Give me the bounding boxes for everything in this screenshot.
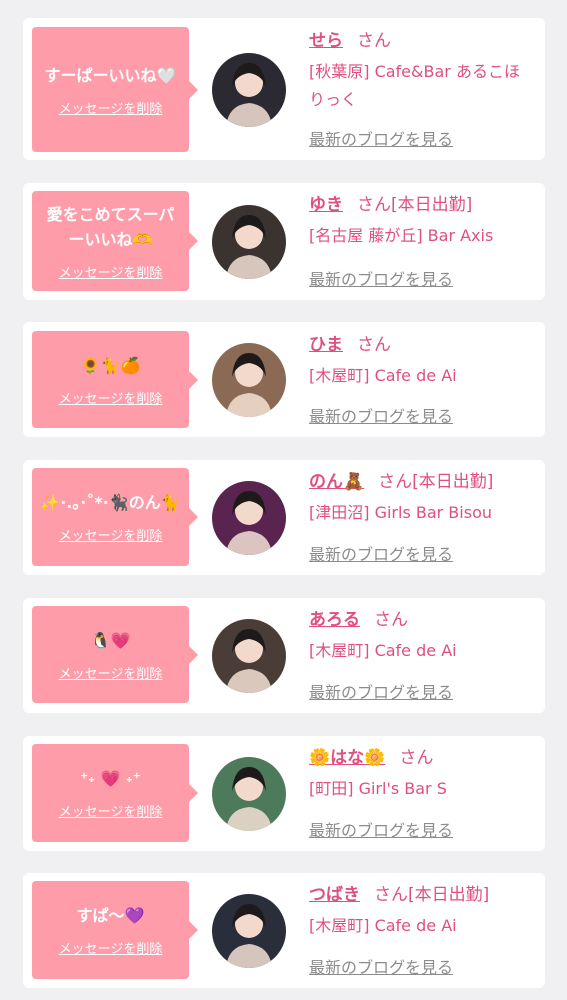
delete-message-link[interactable]: メッセージを削除 [59,388,163,407]
cast-info: せら さん [秋葉原] Cafe&Bar あるこほりっく [309,28,535,114]
message-bubble: 🌻🐈🍊 メッセージを削除 [32,331,198,428]
shop-name: [木屋町] Cafe de Ai [309,916,457,935]
message-text: 🐧💗 [90,630,131,650]
cast-info: のん🧸 さん[本日出勤] [津田沼] Girls Bar Bisou [309,469,535,527]
avatar[interactable] [212,53,286,127]
message-card: 🌻🐈🍊 メッセージを削除 ひま さん [木屋町] Cafe de Ai 最新のブロ… [23,322,545,437]
avatar[interactable] [212,757,286,831]
message-text: ⁺˖ 💗 ˖⁺ [79,769,142,788]
cast-info: あろる さん [木屋町] Cafe de Ai [309,607,535,665]
cast-name-link[interactable]: 🌼はな🌼 [309,748,385,768]
cast-name-link[interactable]: あろる [309,610,360,630]
delete-message-link[interactable]: メッセージを削除 [59,801,163,820]
honorific: さん [374,885,408,905]
latest-blog-link[interactable]: 最新のブログを見る [309,679,453,703]
message-text: ✨·.。·˚*·🐈‍⬛のん🐈 [40,493,181,512]
avatar[interactable] [212,481,286,555]
message-text: 🌻🐈🍊 [80,355,141,375]
name-row: あろる さん [309,607,535,633]
message-card: 愛をこめてスーパーいいね🫶 メッセージを削除 ゆき さん[本日出勤] [名古屋 藤… [23,183,545,300]
avatar-photo-icon [212,757,286,831]
avatar[interactable] [212,619,286,693]
honorific: さん [357,31,391,51]
message-card: すーぱーいいね🤍 メッセージを削除 せら さん [秋葉原] Cafe&Bar ある… [23,18,545,160]
avatar-photo-icon [212,619,286,693]
message-bubble: ✨·.。·˚*·🐈‍⬛のん🐈 メッセージを削除 [32,468,198,566]
avatar-photo-icon [212,205,286,279]
status-badge: [本日出勤] [412,472,494,492]
delete-message-link[interactable]: メッセージを削除 [59,262,163,281]
latest-blog-link[interactable]: 最新のブログを見る [309,266,453,290]
cast-name-link[interactable]: ゆき [309,195,343,215]
name-row: せら さん [309,28,535,54]
shop-name: [津田沼] Girls Bar Bisou [309,503,492,522]
avatar-photo-icon [212,894,286,968]
delete-message-link[interactable]: メッセージを削除 [59,98,163,117]
latest-blog-link[interactable]: 最新のブログを見る [309,541,453,565]
latest-blog-link[interactable]: 最新のブログを見る [309,403,453,427]
message-text: すぱ〜💜 [76,906,145,925]
message-card: 🐧💗 メッセージを削除 あろる さん [木屋町] Cafe de Ai 最新のブロ… [23,598,545,713]
shop-name: [木屋町] Cafe de Ai [309,366,457,385]
message-bubble: 愛をこめてスーパーいいね🫶 メッセージを削除 [32,191,198,291]
avatar[interactable] [212,343,286,417]
cast-name-link[interactable]: のん🧸 [309,472,364,492]
name-row: ひま さん [309,332,535,358]
cast-name-link[interactable]: ひま [309,335,343,355]
honorific: さん [374,610,408,630]
delete-message-link[interactable]: メッセージを削除 [59,663,163,682]
status-badge: [本日出勤] [391,195,473,215]
message-card: すぱ〜💜 メッセージを削除 つばき さん[本日出勤] [木屋町] Cafe de … [23,873,545,988]
message-card: ✨·.。·˚*·🐈‍⬛のん🐈 メッセージを削除 のん🧸 さん[本日出勤] [津田沼… [23,460,545,575]
message-bubble: すーぱーいいね🤍 メッセージを削除 [32,27,198,152]
shop-name: [秋葉原] Cafe&Bar あるこほりっく [309,62,520,109]
name-row: のん🧸 さん[本日出勤] [309,469,535,495]
honorific: さん [399,748,434,768]
honorific: さん [378,472,413,492]
cast-info: ゆき さん[本日出勤] [名古屋 藤が丘] Bar Axis [309,192,535,250]
honorific: さん [357,335,391,355]
shop-name: [町田] Girl's Bar S [309,779,447,798]
message-bubble: ⁺˖ 💗 ˖⁺ メッセージを削除 [32,744,198,842]
shop-name: [名古屋 藤が丘] Bar Axis [309,226,494,245]
message-card: ⁺˖ 💗 ˖⁺ メッセージを削除 🌼はな🌼 さん [町田] Girl's Bar … [23,736,545,851]
honorific: さん [357,195,391,215]
avatar-photo-icon [212,481,286,555]
avatar[interactable] [212,894,286,968]
name-row: ゆき さん[本日出勤] [309,192,535,218]
cast-info: ひま さん [木屋町] Cafe de Ai [309,332,535,390]
message-bubble: 🐧💗 メッセージを削除 [32,606,198,703]
status-badge: [本日出勤] [408,885,490,905]
message-bubble: すぱ〜💜 メッセージを削除 [32,881,198,979]
latest-blog-link[interactable]: 最新のブログを見る [309,126,453,150]
delete-message-link[interactable]: メッセージを削除 [59,525,163,544]
message-text: すーぱーいいね🤍 [44,65,177,85]
avatar-photo-icon [212,53,286,127]
cast-name-link[interactable]: つばき [309,885,360,905]
message-list: すーぱーいいね🤍 メッセージを削除 せら さん [秋葉原] Cafe&Bar ある… [0,0,567,1000]
latest-blog-link[interactable]: 最新のブログを見る [309,954,453,978]
avatar[interactable] [212,205,286,279]
cast-info: つばき さん[本日出勤] [木屋町] Cafe de Ai [309,882,535,940]
delete-message-link[interactable]: メッセージを削除 [59,938,163,957]
cast-name-link[interactable]: せら [309,31,343,51]
cast-info: 🌼はな🌼 さん [町田] Girl's Bar S [309,745,535,803]
shop-name: [木屋町] Cafe de Ai [309,641,457,660]
avatar-photo-icon [212,343,286,417]
name-row: つばき さん[本日出勤] [309,882,535,908]
message-text: 愛をこめてスーパーいいね🫶 [46,204,175,249]
name-row: 🌼はな🌼 さん [309,745,535,771]
latest-blog-link[interactable]: 最新のブログを見る [309,817,453,841]
